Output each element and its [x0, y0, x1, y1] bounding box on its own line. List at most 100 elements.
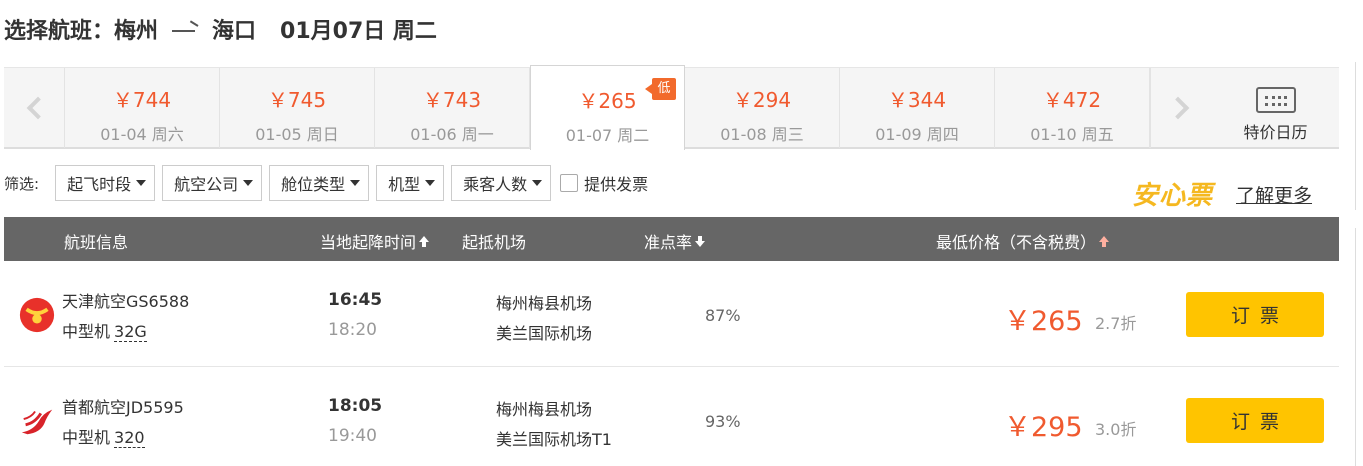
- date-price: ￥294: [732, 88, 792, 112]
- sort-down-icon: [695, 235, 706, 247]
- date-tab-5[interactable]: ￥344 01-09 周四: [840, 68, 995, 148]
- title-destination: 海口: [212, 19, 257, 44]
- title-origin: 梅州: [114, 19, 159, 44]
- column-ontime-sort[interactable]: 准点率: [644, 229, 706, 253]
- filter-button-label: 机型: [388, 175, 421, 194]
- date-label: 01-10 周五: [1030, 125, 1114, 144]
- filter-button-label: 航空公司: [174, 175, 239, 194]
- filter-button-label: 起飞时段: [67, 175, 132, 194]
- tianjin-airlines-logo-icon: [19, 297, 55, 333]
- filter-button-label: 乘客人数: [463, 175, 528, 194]
- filter-bar: 筛选: 起飞时段 航空公司 舱位类型 机型 乘客人数 提供发票: [4, 165, 648, 201]
- column-price-sort[interactable]: 最低价格（不含税费）: [936, 229, 1110, 253]
- route-arrow-icon: [172, 22, 198, 36]
- chevron-right-icon: [1166, 96, 1189, 120]
- lowest-price-badge: 低: [645, 78, 676, 100]
- aircraft-model-link[interactable]: 320: [114, 428, 145, 448]
- column-time-sort[interactable]: 当地起降时间: [320, 229, 430, 253]
- filter-button-label: 舱位类型: [281, 175, 346, 194]
- lowest-price: ￥265: [1004, 306, 1083, 337]
- ontime-rate: 93%: [705, 412, 741, 431]
- caret-down-icon: [136, 180, 147, 186]
- book-button[interactable]: 订票: [1186, 292, 1324, 337]
- lowest-price: ￥295: [1004, 412, 1083, 443]
- departure-time: 18:05: [328, 396, 383, 416]
- column-label: 当地起降时间: [320, 233, 417, 252]
- aircraft-size: 中型机: [62, 428, 111, 447]
- date-price: ￥472: [1042, 88, 1102, 112]
- caret-down-icon: [350, 180, 361, 186]
- date-price: ￥744: [112, 88, 172, 112]
- arrival-time: 19:40: [328, 426, 377, 446]
- checkbox-icon[interactable]: [560, 174, 579, 192]
- invoice-checkbox[interactable]: 提供发票: [560, 171, 648, 195]
- column-airport: 起抵机场: [462, 229, 526, 253]
- date-tab-6[interactable]: ￥472 01-10 周五: [995, 68, 1150, 148]
- caret-down-icon: [532, 180, 543, 186]
- departure-time: 16:45: [328, 290, 383, 310]
- invoice-label: 提供发票: [584, 175, 649, 194]
- next-dates-button[interactable]: [1150, 68, 1212, 148]
- arrival-airport: 美兰国际机场: [496, 324, 593, 343]
- chevron-left-icon: [26, 96, 50, 120]
- date-strip: ￥744 01-04 周六 ￥745 01-05 周日 ￥743 01-06 周…: [4, 65, 1339, 150]
- filter-aircraft-type[interactable]: 机型: [376, 165, 445, 201]
- column-label: 准点率: [644, 233, 693, 252]
- date-price: ￥344: [887, 88, 947, 112]
- ontime-rate: 87%: [705, 306, 741, 325]
- airline-flight-number: 首都航空JD5595: [62, 398, 184, 417]
- page-edge: [1355, 62, 1363, 210]
- filter-departure-time[interactable]: 起飞时段: [55, 165, 156, 201]
- filter-cabin-class[interactable]: 舱位类型: [269, 165, 370, 201]
- discount: 3.0折: [1095, 420, 1137, 439]
- arrival-time: 18:20: [328, 320, 377, 340]
- date-tab-2[interactable]: ￥743 01-06 周一: [375, 68, 530, 148]
- title-date: 01月07日 周二: [280, 19, 437, 44]
- aircraft-info: 中型机 320: [62, 424, 145, 448]
- aircraft-size: 中型机: [62, 322, 111, 341]
- table-row: 天津航空GS6588 中型机 32G 16:45 18:20 梅州梅县机场 美兰国…: [4, 261, 1339, 367]
- filter-label: 筛选:: [4, 174, 40, 193]
- aircraft-model-link[interactable]: 32G: [114, 322, 147, 342]
- date-label: 01-05 周日: [255, 125, 339, 144]
- date-price: ￥743: [422, 88, 482, 112]
- date-tab-4[interactable]: ￥294 01-08 周三: [685, 68, 840, 148]
- title-prefix: 选择航班：: [4, 19, 115, 44]
- sort-up-icon: [419, 235, 430, 247]
- date-label: 01-07 周二: [565, 126, 650, 145]
- learn-more-link[interactable]: 了解更多: [1236, 181, 1312, 208]
- date-price: ￥745: [267, 88, 327, 112]
- airline-flight-number: 天津航空GS6588: [62, 292, 190, 311]
- date-tab-0[interactable]: ￥744 01-04 周六: [65, 68, 220, 148]
- caret-down-icon: [425, 180, 436, 186]
- page-title: 选择航班： 梅州 海口 01月07日 周二: [4, 12, 437, 46]
- sort-up-icon: [1099, 235, 1110, 247]
- anxin-ticket-logo: 安心票: [1132, 181, 1214, 211]
- prev-dates-button[interactable]: [4, 68, 65, 148]
- price-calendar-button[interactable]: 特价日历: [1212, 68, 1339, 148]
- discount: 2.7折: [1095, 314, 1137, 333]
- caret-down-icon: [243, 180, 254, 186]
- filter-passengers[interactable]: 乘客人数: [451, 165, 552, 201]
- departure-airport: 梅州梅县机场: [496, 400, 593, 419]
- date-label: 01-08 周三: [720, 125, 804, 144]
- column-label: 最低价格（不含税费）: [936, 233, 1097, 252]
- aircraft-info: 中型机 32G: [62, 318, 147, 342]
- table-row: 首都航空JD5595 中型机 320 18:05 19:40 梅州梅县机场 美兰国…: [4, 367, 1339, 466]
- date-tab-3-selected[interactable]: ￥265 01-07 周二 低: [530, 65, 685, 150]
- departure-airport: 梅州梅县机场: [496, 294, 593, 313]
- column-label: 起抵机场: [462, 233, 527, 252]
- column-flight-info: 航班信息: [64, 229, 128, 253]
- date-label: 01-04 周六: [100, 125, 184, 144]
- date-label: 01-06 周一: [410, 125, 494, 144]
- filter-airline[interactable]: 航空公司: [162, 165, 263, 201]
- arrival-airport: 美兰国际机场T1: [496, 430, 612, 449]
- capital-airlines-logo-icon: [21, 409, 53, 435]
- calendar-icon: [1255, 87, 1296, 113]
- calendar-label: 特价日历: [1243, 123, 1308, 142]
- page-edge: [1355, 228, 1363, 466]
- book-button[interactable]: 订票: [1186, 398, 1324, 443]
- date-tab-1[interactable]: ￥745 01-05 周日: [220, 68, 375, 148]
- date-label: 01-09 周四: [875, 125, 959, 144]
- table-header: 航班信息 当地起降时间 起抵机场 准点率 最低价格（不含税费）: [4, 217, 1339, 261]
